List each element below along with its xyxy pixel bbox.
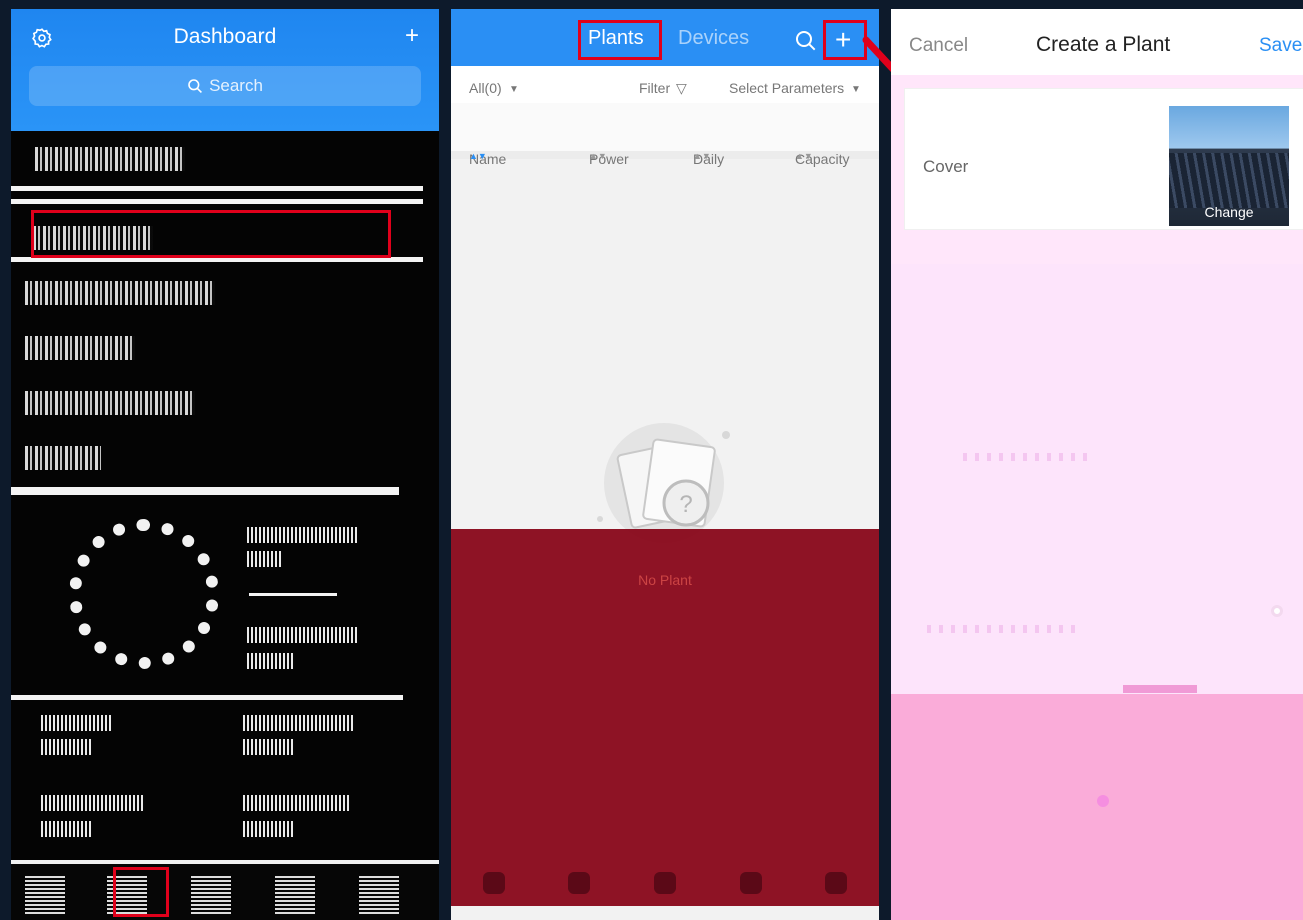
list-item[interactable] [35, 147, 185, 171]
all-filter[interactable]: All(0) [469, 80, 502, 96]
sort-icon: ▲▼ [589, 151, 607, 161]
funnel-icon: ▽ [676, 80, 687, 96]
stat-label [41, 715, 111, 731]
bottom-nav [451, 860, 879, 906]
cancel-button[interactable]: Cancel [909, 35, 968, 57]
location-icon[interactable] [1271, 605, 1283, 617]
page-title: Dashboard [173, 25, 277, 48]
highlight-box [578, 20, 662, 60]
solar-panel-image [1169, 153, 1289, 208]
marker-icon [1097, 795, 1109, 807]
svg-text:?: ? [679, 491, 692, 518]
list-item[interactable] [25, 446, 101, 470]
ring-label [247, 627, 357, 643]
change-cover-button[interactable]: Change [1169, 204, 1289, 220]
nav-home[interactable] [25, 876, 65, 914]
form-field[interactable] [963, 453, 1089, 461]
sort-icon: ▲▼ [469, 151, 487, 161]
divider [11, 199, 423, 204]
tab-devices[interactable]: Devices [678, 27, 749, 50]
sort-header: Name ▲▼ Power ▲▼ Daily ▲▼ Capacity ▲▼ [451, 103, 879, 167]
create-plant-screen: Cancel Create a Plant Save Cover Change [891, 9, 1303, 920]
plants-header: Plants Devices + [451, 9, 879, 66]
nav-alarms[interactable] [191, 876, 231, 914]
sort-icon: ▲▼ [693, 151, 711, 161]
nav-service[interactable] [275, 876, 315, 914]
stat-label [41, 821, 91, 837]
service-icon[interactable] [739, 872, 762, 894]
home-icon[interactable] [482, 872, 505, 894]
highlight-box [113, 867, 169, 917]
form-field[interactable] [1123, 685, 1197, 693]
divider [249, 593, 337, 596]
chevron-down-icon: ▼ [509, 84, 519, 95]
list-item[interactable] [25, 281, 215, 305]
empty-state-text: No Plant [638, 572, 692, 588]
divider [11, 695, 403, 700]
nav-me[interactable] [359, 876, 399, 914]
search-placeholder: Search [209, 76, 263, 95]
stat-label [243, 739, 293, 755]
create-plant-header: Cancel Create a Plant Save [891, 9, 1303, 75]
highlight-box [31, 210, 391, 258]
form-area [891, 694, 1303, 920]
stat-label [41, 739, 91, 755]
stat-label [243, 821, 293, 837]
select-parameters-button[interactable]: Select Parameters [729, 80, 844, 96]
search-icon [188, 79, 203, 93]
filter-bar: All(0) ▼ Filter ▽ Select Parameters ▼ [451, 66, 879, 103]
profile-icon[interactable] [825, 872, 848, 894]
divider [11, 487, 399, 495]
search-icon[interactable] [795, 30, 817, 52]
list-item[interactable] [25, 391, 195, 415]
filter-button[interactable]: Filter [639, 80, 670, 96]
page-title: Create a Plant [1036, 33, 1171, 56]
list-item[interactable] [25, 336, 135, 360]
divider [11, 186, 423, 191]
ring-label [247, 653, 295, 669]
stat-label [41, 795, 145, 811]
plants-icon[interactable] [568, 872, 591, 894]
search-input[interactable]: Search [29, 66, 421, 106]
stat-label [243, 715, 353, 731]
cover-row: Cover Change [905, 89, 1303, 229]
stat-label [243, 795, 349, 811]
ring-label [247, 551, 283, 567]
dashboard-header: Dashboard + Search [11, 9, 439, 131]
cover-label: Cover [923, 157, 969, 176]
ring-label [247, 527, 357, 543]
production-ring [69, 519, 219, 669]
form-field[interactable] [927, 625, 1077, 633]
save-button[interactable]: Save [1259, 35, 1302, 57]
bottom-nav [11, 860, 439, 920]
sort-icon: ▲▼ [795, 151, 813, 161]
plants-screen: Plants Devices + All(0) ▼ Filter ▽ Selec… [451, 9, 879, 920]
dashboard-screen: Dashboard + Search [11, 9, 439, 920]
alarm-icon[interactable] [653, 872, 676, 894]
cover-image[interactable]: Change [1169, 106, 1289, 226]
add-button[interactable]: + [405, 23, 419, 49]
